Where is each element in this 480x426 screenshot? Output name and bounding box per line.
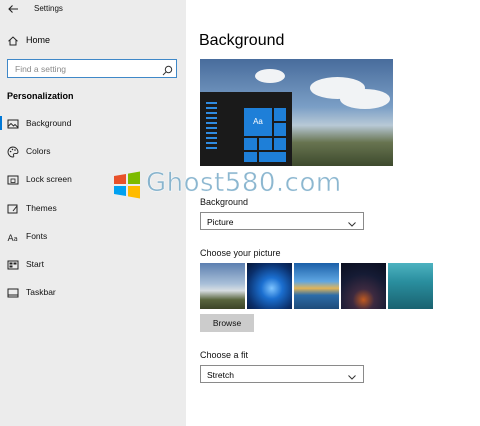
sidebar-item-label: Themes	[26, 203, 57, 213]
sidebar-item-start[interactable]: Start	[0, 254, 186, 274]
preview-tile	[259, 138, 272, 150]
main-content: Background Aa Background Picture Choose …	[186, 0, 480, 426]
section-title: Personalization	[7, 91, 74, 101]
sidebar-item-themes[interactable]: Themes	[0, 198, 186, 218]
sidebar-item-label: Lock screen	[26, 174, 72, 184]
background-dropdown[interactable]: Picture	[200, 212, 364, 230]
sidebar: Settings Home Find a setting Personaliza…	[0, 0, 186, 426]
browse-button[interactable]: Browse	[200, 314, 254, 332]
brush-icon	[7, 202, 19, 214]
fit-value: Stretch	[207, 370, 234, 380]
lock-screen-icon	[7, 173, 19, 185]
sidebar-item-taskbar[interactable]: Taskbar	[0, 282, 186, 302]
preview-tile	[274, 138, 286, 150]
preview-app-list	[206, 102, 220, 160]
picture-icon	[7, 117, 19, 129]
picture-thumbnail[interactable]	[200, 263, 245, 309]
sidebar-item-label: Taskbar	[26, 287, 56, 297]
sidebar-item-background[interactable]: Background	[0, 113, 186, 133]
search-placeholder: Find a setting	[15, 64, 67, 74]
picture-thumbnail[interactable]	[294, 263, 339, 309]
sidebar-item-fonts[interactable]: Aa Fonts	[0, 226, 186, 246]
preview-tile	[244, 152, 257, 162]
back-arrow-icon[interactable]	[6, 3, 20, 17]
preview-cloud	[340, 89, 390, 109]
start-icon	[7, 258, 19, 270]
choose-fit-label: Choose a fit	[200, 350, 249, 360]
font-icon: Aa	[7, 230, 19, 244]
chevron-down-icon	[347, 216, 357, 227]
desktop-preview: Aa	[200, 59, 393, 166]
title-bar: Settings	[0, 0, 186, 20]
palette-icon	[7, 145, 19, 158]
home-nav-item[interactable]: Home	[0, 32, 186, 50]
picture-thumbnail[interactable]	[247, 263, 292, 309]
sidebar-item-label: Colors	[26, 146, 51, 156]
home-label: Home	[26, 35, 51, 45]
sidebar-item-lock-screen[interactable]: Lock screen	[0, 169, 186, 189]
taskbar-icon	[7, 286, 19, 298]
sidebar-item-label: Start	[26, 259, 44, 269]
window-title: Settings	[34, 4, 63, 13]
preview-tile: Aa	[244, 108, 272, 136]
page-title: Background	[199, 32, 285, 49]
fit-dropdown[interactable]: Stretch	[200, 365, 364, 383]
preview-start-menu: Aa	[200, 92, 292, 166]
svg-text:a: a	[14, 235, 18, 243]
sidebar-item-label: Background	[26, 118, 72, 128]
sidebar-item-label: Fonts	[26, 231, 48, 241]
preview-tile	[274, 108, 286, 121]
home-icon	[7, 34, 19, 46]
choose-picture-label: Choose your picture	[200, 248, 281, 258]
preview-tile	[259, 152, 286, 162]
active-indicator	[0, 116, 2, 130]
preview-tile	[244, 138, 257, 150]
chevron-down-icon	[347, 369, 357, 380]
sidebar-item-colors[interactable]: Colors	[0, 141, 186, 161]
picture-thumbnails	[200, 263, 436, 309]
background-label: Background	[200, 197, 249, 207]
background-value: Picture	[207, 217, 234, 227]
picture-thumbnail[interactable]	[388, 263, 433, 309]
search-icon[interactable]	[162, 63, 173, 76]
search-input[interactable]: Find a setting	[7, 59, 177, 78]
preview-cloud	[255, 69, 285, 83]
preview-tile	[274, 123, 286, 136]
picture-thumbnail[interactable]	[341, 263, 386, 309]
